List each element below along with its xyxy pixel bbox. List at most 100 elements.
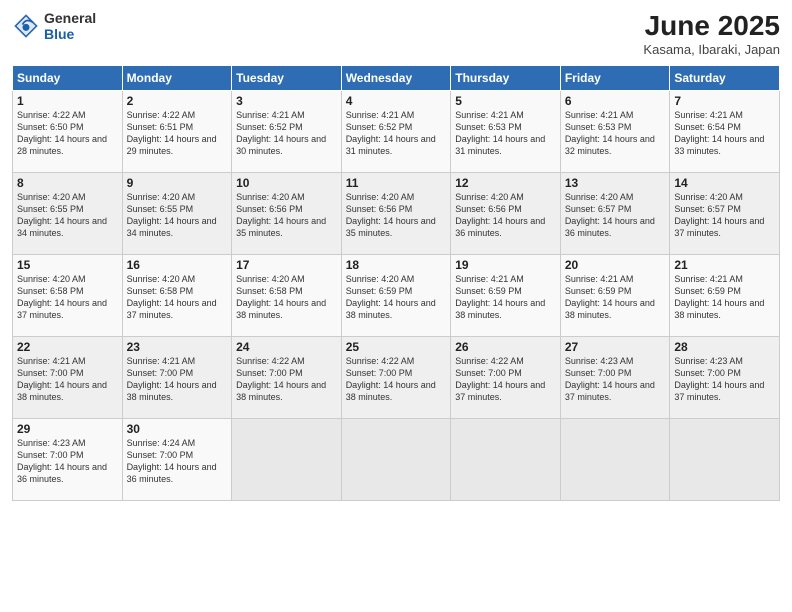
day-info: Sunrise: 4:21 AMSunset: 7:00 PMDaylight:… [17,355,118,404]
day-number: 4 [346,94,447,108]
calendar-day-cell: 23Sunrise: 4:21 AMSunset: 7:00 PMDayligh… [122,337,232,419]
day-number: 29 [17,422,118,436]
day-number: 28 [674,340,775,354]
day-number: 21 [674,258,775,272]
header-wednesday: Wednesday [341,66,451,91]
calendar-subtitle: Kasama, Ibaraki, Japan [643,42,780,57]
day-info: Sunrise: 4:21 AMSunset: 6:53 PMDaylight:… [565,109,666,158]
calendar-week-row: 1Sunrise: 4:22 AMSunset: 6:50 PMDaylight… [13,91,780,173]
title-block: June 2025 Kasama, Ibaraki, Japan [643,10,780,57]
day-number: 19 [455,258,556,272]
day-number: 9 [127,176,228,190]
calendar-day-cell: 22Sunrise: 4:21 AMSunset: 7:00 PMDayligh… [13,337,123,419]
day-number: 14 [674,176,775,190]
day-number: 8 [17,176,118,190]
calendar-day-cell [560,419,670,501]
calendar-day-cell: 19Sunrise: 4:21 AMSunset: 6:59 PMDayligh… [451,255,561,337]
calendar-week-row: 15Sunrise: 4:20 AMSunset: 6:58 PMDayligh… [13,255,780,337]
calendar-day-cell: 18Sunrise: 4:20 AMSunset: 6:59 PMDayligh… [341,255,451,337]
day-info: Sunrise: 4:20 AMSunset: 6:57 PMDaylight:… [565,191,666,240]
day-info: Sunrise: 4:20 AMSunset: 6:55 PMDaylight:… [127,191,228,240]
calendar-week-row: 22Sunrise: 4:21 AMSunset: 7:00 PMDayligh… [13,337,780,419]
day-info: Sunrise: 4:21 AMSunset: 6:52 PMDaylight:… [346,109,447,158]
day-info: Sunrise: 4:20 AMSunset: 6:58 PMDaylight:… [17,273,118,322]
calendar-day-cell [232,419,342,501]
calendar-day-cell: 11Sunrise: 4:20 AMSunset: 6:56 PMDayligh… [341,173,451,255]
calendar-day-cell [670,419,780,501]
calendar-day-cell: 30Sunrise: 4:24 AMSunset: 7:00 PMDayligh… [122,419,232,501]
day-info: Sunrise: 4:20 AMSunset: 6:56 PMDaylight:… [455,191,556,240]
day-number: 22 [17,340,118,354]
day-number: 10 [236,176,337,190]
calendar-day-cell: 25Sunrise: 4:22 AMSunset: 7:00 PMDayligh… [341,337,451,419]
calendar-week-row: 8Sunrise: 4:20 AMSunset: 6:55 PMDaylight… [13,173,780,255]
day-info: Sunrise: 4:23 AMSunset: 7:00 PMDaylight:… [565,355,666,404]
day-number: 17 [236,258,337,272]
day-number: 23 [127,340,228,354]
day-info: Sunrise: 4:21 AMSunset: 6:52 PMDaylight:… [236,109,337,158]
day-number: 3 [236,94,337,108]
logo-general: General [44,10,96,26]
day-number: 1 [17,94,118,108]
header-tuesday: Tuesday [232,66,342,91]
calendar-day-cell: 26Sunrise: 4:22 AMSunset: 7:00 PMDayligh… [451,337,561,419]
day-info: Sunrise: 4:23 AMSunset: 7:00 PMDaylight:… [17,437,118,486]
header-monday: Monday [122,66,232,91]
header-thursday: Thursday [451,66,561,91]
day-number: 20 [565,258,666,272]
calendar-day-cell: 28Sunrise: 4:23 AMSunset: 7:00 PMDayligh… [670,337,780,419]
day-number: 16 [127,258,228,272]
day-info: Sunrise: 4:24 AMSunset: 7:00 PMDaylight:… [127,437,228,486]
day-info: Sunrise: 4:20 AMSunset: 6:56 PMDaylight:… [346,191,447,240]
calendar-day-cell: 29Sunrise: 4:23 AMSunset: 7:00 PMDayligh… [13,419,123,501]
logo-text: General Blue [44,10,96,42]
calendar-container: General Blue June 2025 Kasama, Ibaraki, … [0,0,792,511]
calendar-day-cell: 9Sunrise: 4:20 AMSunset: 6:55 PMDaylight… [122,173,232,255]
calendar-day-cell [451,419,561,501]
calendar-day-cell: 17Sunrise: 4:20 AMSunset: 6:58 PMDayligh… [232,255,342,337]
day-info: Sunrise: 4:21 AMSunset: 6:53 PMDaylight:… [455,109,556,158]
calendar-day-cell: 5Sunrise: 4:21 AMSunset: 6:53 PMDaylight… [451,91,561,173]
day-number: 27 [565,340,666,354]
calendar-day-cell: 13Sunrise: 4:20 AMSunset: 6:57 PMDayligh… [560,173,670,255]
calendar-day-cell: 3Sunrise: 4:21 AMSunset: 6:52 PMDaylight… [232,91,342,173]
calendar-week-row: 29Sunrise: 4:23 AMSunset: 7:00 PMDayligh… [13,419,780,501]
calendar-day-cell: 24Sunrise: 4:22 AMSunset: 7:00 PMDayligh… [232,337,342,419]
day-info: Sunrise: 4:20 AMSunset: 6:58 PMDaylight:… [127,273,228,322]
day-number: 11 [346,176,447,190]
calendar-day-cell: 12Sunrise: 4:20 AMSunset: 6:56 PMDayligh… [451,173,561,255]
calendar-day-cell: 10Sunrise: 4:20 AMSunset: 6:56 PMDayligh… [232,173,342,255]
day-number: 26 [455,340,556,354]
header-friday: Friday [560,66,670,91]
day-info: Sunrise: 4:20 AMSunset: 6:56 PMDaylight:… [236,191,337,240]
day-info: Sunrise: 4:22 AMSunset: 7:00 PMDaylight:… [455,355,556,404]
day-info: Sunrise: 4:23 AMSunset: 7:00 PMDaylight:… [674,355,775,404]
day-number: 12 [455,176,556,190]
calendar-day-cell: 27Sunrise: 4:23 AMSunset: 7:00 PMDayligh… [560,337,670,419]
day-info: Sunrise: 4:20 AMSunset: 6:55 PMDaylight:… [17,191,118,240]
day-info: Sunrise: 4:21 AMSunset: 7:00 PMDaylight:… [127,355,228,404]
header-sunday: Sunday [13,66,123,91]
calendar-title: June 2025 [643,10,780,42]
day-info: Sunrise: 4:22 AMSunset: 7:00 PMDaylight:… [346,355,447,404]
calendar-day-cell: 7Sunrise: 4:21 AMSunset: 6:54 PMDaylight… [670,91,780,173]
day-info: Sunrise: 4:22 AMSunset: 6:51 PMDaylight:… [127,109,228,158]
day-number: 13 [565,176,666,190]
day-number: 25 [346,340,447,354]
header-saturday: Saturday [670,66,780,91]
calendar-table: Sunday Monday Tuesday Wednesday Thursday… [12,65,780,501]
day-info: Sunrise: 4:21 AMSunset: 6:59 PMDaylight:… [565,273,666,322]
calendar-day-cell: 15Sunrise: 4:20 AMSunset: 6:58 PMDayligh… [13,255,123,337]
calendar-day-cell: 4Sunrise: 4:21 AMSunset: 6:52 PMDaylight… [341,91,451,173]
logo-blue: Blue [44,26,96,42]
day-number: 15 [17,258,118,272]
day-info: Sunrise: 4:20 AMSunset: 6:58 PMDaylight:… [236,273,337,322]
day-info: Sunrise: 4:22 AMSunset: 7:00 PMDaylight:… [236,355,337,404]
day-number: 2 [127,94,228,108]
day-info: Sunrise: 4:21 AMSunset: 6:59 PMDaylight:… [455,273,556,322]
weekday-header-row: Sunday Monday Tuesday Wednesday Thursday… [13,66,780,91]
calendar-day-cell: 20Sunrise: 4:21 AMSunset: 6:59 PMDayligh… [560,255,670,337]
header: General Blue June 2025 Kasama, Ibaraki, … [12,10,780,57]
day-info: Sunrise: 4:21 AMSunset: 6:59 PMDaylight:… [674,273,775,322]
day-info: Sunrise: 4:20 AMSunset: 6:59 PMDaylight:… [346,273,447,322]
